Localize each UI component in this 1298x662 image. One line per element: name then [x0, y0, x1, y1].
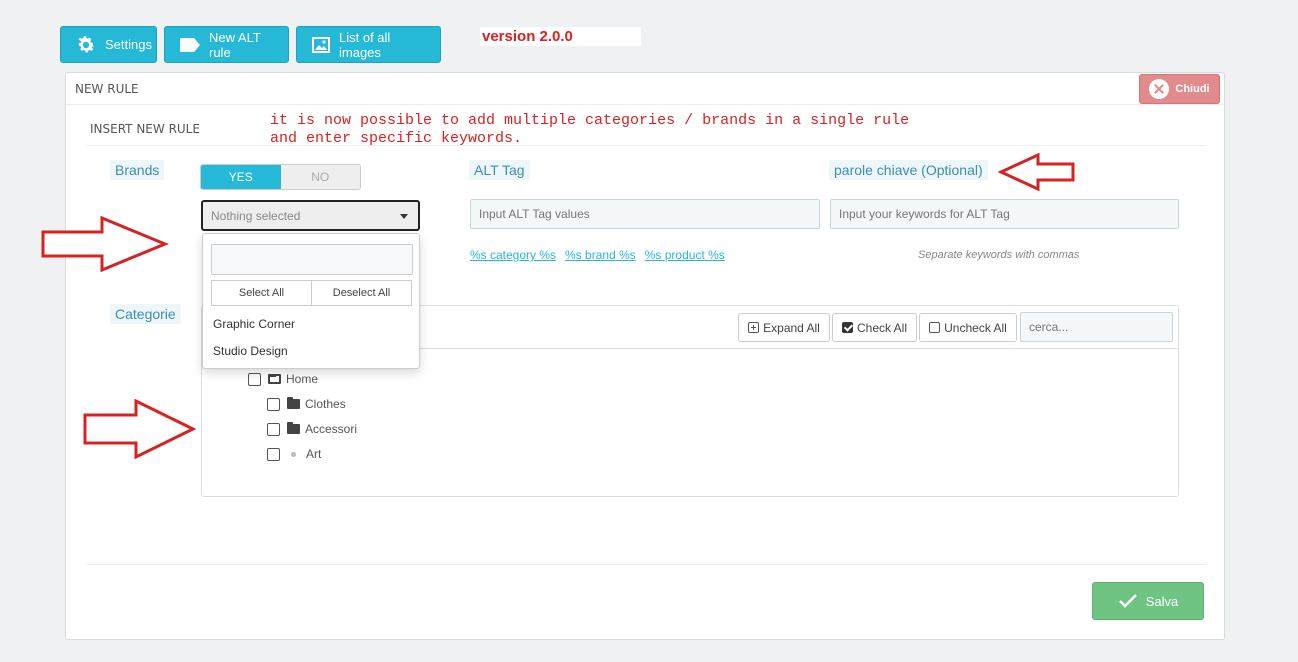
- brand-option[interactable]: Studio Design: [213, 344, 288, 358]
- save-button-label: Salva: [1145, 593, 1179, 609]
- new-alt-rule-label: New ALT rule: [209, 29, 261, 60]
- keywords-help: Separate keywords with commas: [918, 249, 1080, 261]
- gear-icon: [78, 35, 95, 52]
- brands-select-value: Nothing selected: [211, 209, 301, 223]
- plus-square-icon: [748, 322, 760, 333]
- alt-tokens: %s category %s %s brand %s %s product %s: [470, 248, 725, 262]
- tag-icon: [180, 37, 200, 52]
- settings-button-label: Settings: [105, 37, 152, 52]
- checkbox[interactable]: [267, 422, 280, 436]
- close-button-label: Chiudi: [1175, 83, 1210, 95]
- brands-search-input[interactable]: [211, 244, 413, 275]
- categorie-label: Categorie: [110, 304, 181, 324]
- category-search-input[interactable]: [1020, 312, 1173, 342]
- update-annotation: it is now possible to add multiple categ…: [270, 112, 910, 147]
- keywords-label: parole chiave (Optional): [829, 160, 988, 180]
- folder-icon: [287, 422, 300, 434]
- brands-switch[interactable]: YES NO: [200, 164, 361, 190]
- brands-label: Brands: [110, 160, 165, 180]
- switch-yes[interactable]: YES: [201, 165, 281, 189]
- token-brand[interactable]: %s brand %s: [565, 248, 636, 262]
- tree-node-art[interactable]: Art: [267, 447, 321, 461]
- expand-all-label: Expand All: [763, 320, 820, 335]
- folder-icon: [287, 397, 300, 409]
- tree-node-label: Home: [286, 372, 319, 386]
- check-all-label: Check All: [856, 320, 908, 335]
- footer-divider: [86, 564, 1206, 565]
- brands-select[interactable]: Nothing selected: [201, 200, 420, 231]
- new-alt-rule-button[interactable]: New ALT rule: [164, 26, 289, 63]
- arrow-left-icon: [998, 152, 1075, 192]
- alt-tag-input[interactable]: [470, 199, 820, 229]
- brand-option[interactable]: Graphic Corner: [213, 317, 295, 331]
- caret-down-icon: [400, 214, 408, 219]
- token-category[interactable]: %s category %s: [470, 248, 556, 262]
- close-button[interactable]: Chiudi: [1139, 74, 1220, 104]
- image-icon: [312, 36, 330, 53]
- arrow-right-icon: [41, 215, 169, 273]
- alt-tag-label: ALT Tag: [469, 160, 530, 180]
- list-all-images-button[interactable]: List of all images: [296, 26, 441, 63]
- expand-all-button[interactable]: Expand All: [738, 313, 830, 342]
- switch-no[interactable]: NO: [280, 165, 360, 189]
- tree-node-label: Art: [306, 447, 322, 461]
- tree-node-accessori[interactable]: Accessori: [267, 422, 357, 436]
- checkbox[interactable]: [267, 397, 280, 411]
- settings-button[interactable]: Settings: [60, 26, 157, 63]
- token-product[interactable]: %s product %s: [645, 248, 725, 262]
- tree-node-label: Accessori: [305, 422, 358, 436]
- uncheck-all-label: Uncheck All: [944, 320, 1007, 335]
- empty-square-icon: [929, 322, 941, 333]
- deselect-all-button[interactable]: Deselect All: [312, 280, 412, 306]
- arrow-right-icon: [83, 398, 197, 460]
- version-label: version 2.0.0: [480, 27, 641, 46]
- select-all-button[interactable]: Select All: [211, 280, 312, 306]
- checked-square-icon: [841, 322, 853, 333]
- panel-title: NEW RULE: [75, 82, 139, 96]
- brands-dropdown: Select All Deselect All Graphic Corner S…: [202, 233, 420, 369]
- check-icon: [1118, 594, 1137, 608]
- close-icon: [1149, 79, 1170, 99]
- tree-node-home[interactable]: Home: [248, 372, 318, 386]
- checkbox[interactable]: [267, 447, 280, 461]
- keywords-input[interactable]: [830, 199, 1179, 229]
- leaf-dot-icon: [291, 451, 296, 457]
- checkbox[interactable]: [248, 372, 261, 386]
- folder-open-icon: [268, 374, 281, 384]
- list-all-images-label: List of all images: [339, 29, 391, 60]
- uncheck-all-button[interactable]: Uncheck All: [919, 313, 1017, 342]
- tree-node-label: Clothes: [305, 397, 346, 411]
- insert-rule-heading: INSERT NEW RULE: [90, 122, 200, 136]
- save-button[interactable]: Salva: [1092, 582, 1204, 620]
- panel-heading: NEW RULE Chiudi: [66, 73, 1224, 105]
- check-all-button[interactable]: Check All: [832, 313, 917, 342]
- tree-node-clothes[interactable]: Clothes: [267, 397, 346, 411]
